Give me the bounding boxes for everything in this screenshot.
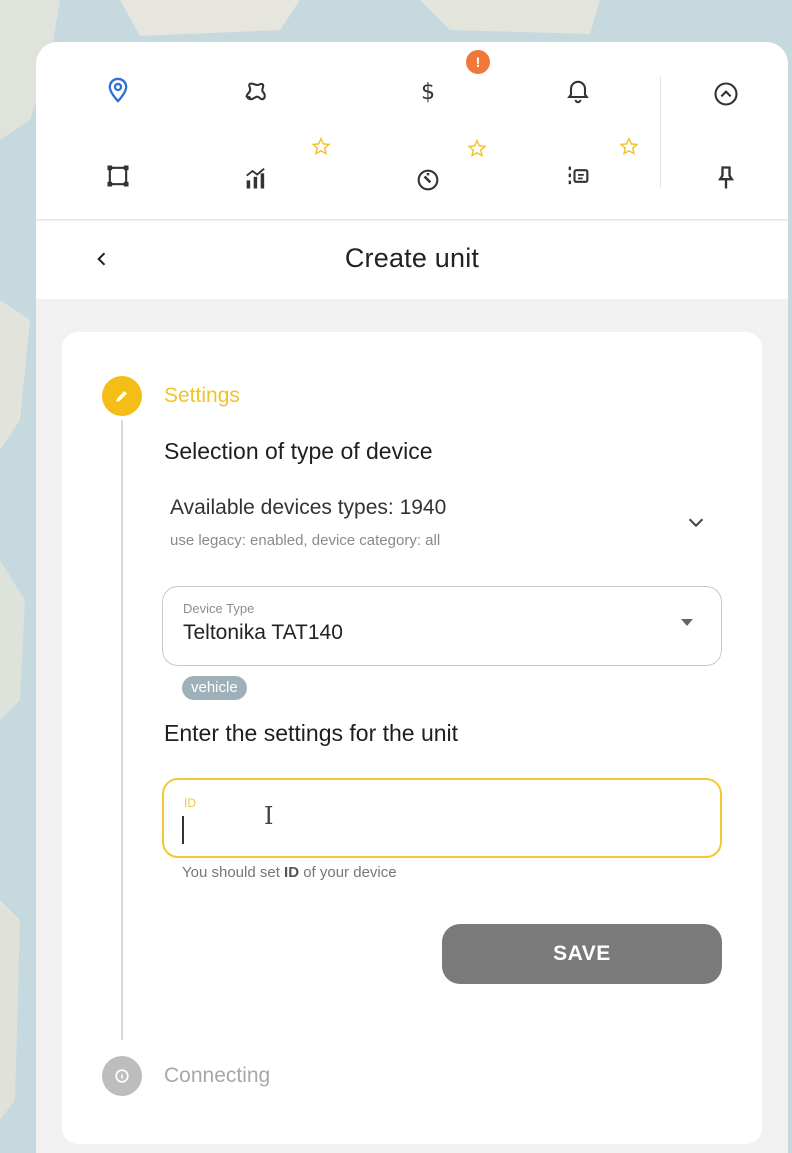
step-settings-indicator[interactable]	[102, 376, 142, 416]
helper-prefix: You should set	[182, 864, 285, 881]
id-field[interactable]: ID I	[162, 778, 722, 858]
text-cursor-icon: I	[264, 802, 274, 830]
toolbar: $ !	[36, 42, 788, 220]
chevron-down-icon	[688, 518, 704, 528]
unit-settings-title: Enter the settings for the unit	[164, 720, 459, 746]
id-helper-text: You should set ID of your device	[182, 864, 397, 881]
dropdown-caret-icon	[681, 619, 693, 626]
step-connecting-label[interactable]: Connecting	[164, 1064, 270, 1088]
reports-icon[interactable]	[236, 158, 276, 198]
step-settings-label[interactable]: Settings	[164, 384, 240, 408]
tasks-icon[interactable]	[558, 156, 598, 196]
available-devices-subtext: use legacy: enabled, device category: al…	[170, 532, 441, 549]
id-input[interactable]	[182, 816, 702, 844]
star-icon	[619, 137, 639, 156]
page-title: Create unit	[344, 243, 480, 273]
toolbar-divider	[660, 76, 661, 188]
device-type-label: Device Type	[183, 601, 255, 616]
star-icon	[467, 139, 487, 158]
bell-icon[interactable]	[558, 70, 598, 110]
id-field-label: ID	[184, 796, 196, 810]
dollar-icon[interactable]: $	[408, 72, 448, 112]
available-devices-text: Available devices types: 1940	[170, 496, 447, 519]
pin-icon[interactable]	[706, 158, 746, 198]
route-icon[interactable]	[236, 72, 276, 112]
side-panel: $ ! Create unit Settings Selection of ty…	[36, 42, 788, 1153]
create-unit-card: Settings Selection of type of device Ava…	[62, 332, 762, 1144]
star-icon	[311, 137, 331, 156]
helper-bold: ID	[284, 864, 300, 881]
save-button[interactable]: SAVE	[442, 924, 722, 984]
page-header: Create unit	[36, 221, 788, 299]
helper-suffix: of your device	[299, 864, 397, 881]
alert-badge: !	[466, 50, 490, 74]
device-category-chip: vehicle	[182, 676, 247, 700]
device-type-value: Teltonika TAT140	[183, 621, 343, 644]
service-icon[interactable]	[408, 160, 448, 200]
geofence-icon[interactable]	[98, 156, 138, 196]
info-icon	[115, 1069, 129, 1083]
device-type-select[interactable]: Device Type Teltonika TAT140	[162, 586, 722, 666]
expand-devices-button[interactable]	[678, 504, 714, 540]
step-connecting-indicator[interactable]	[102, 1056, 142, 1096]
stepper-line	[121, 420, 123, 1040]
collapse-up-icon[interactable]	[706, 74, 746, 114]
device-selection-title: Selection of type of device	[164, 438, 433, 464]
svg-text:$: $	[421, 79, 435, 105]
pencil-icon	[116, 391, 127, 402]
location-pin-icon[interactable]	[98, 70, 138, 110]
